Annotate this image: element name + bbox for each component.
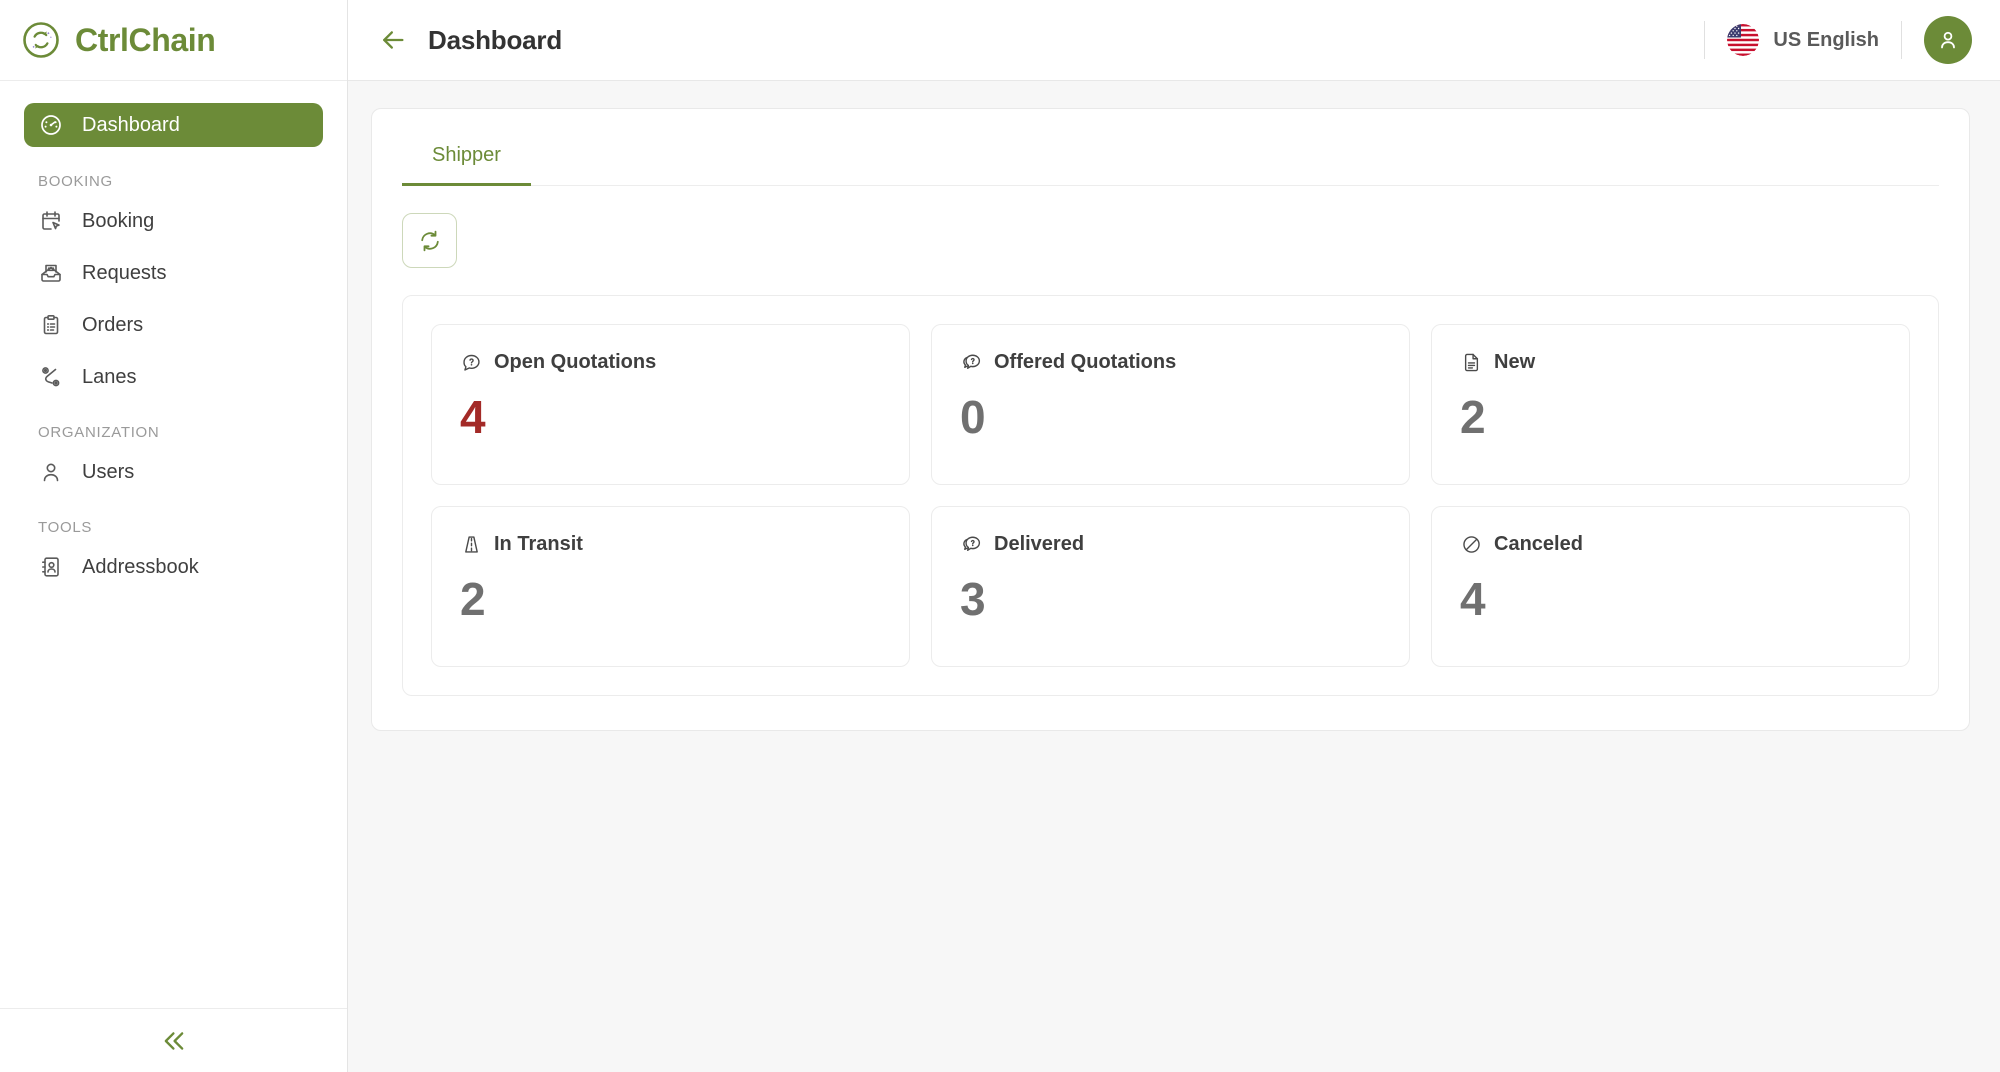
language-selector[interactable]: US English <box>1727 24 1879 56</box>
stat-label: Open Quotations <box>494 351 656 374</box>
us-flag-icon <box>1727 24 1759 56</box>
user-icon <box>38 459 64 485</box>
stat-head: Open Quotations <box>460 351 881 374</box>
sidebar-group-organization: Users <box>24 451 323 493</box>
document-icon <box>1460 352 1482 374</box>
stat-card-canceled[interactable]: Canceled 4 <box>1431 506 1910 667</box>
stat-label: In Transit <box>494 533 583 556</box>
stat-value: 3 <box>960 576 1381 622</box>
stat-value: 0 <box>960 394 1381 440</box>
stat-card-in-transit[interactable]: In Transit 2 <box>431 506 910 667</box>
user-avatar-icon <box>1936 28 1960 52</box>
stat-card-delivered[interactable]: Delivered 3 <box>931 506 1410 667</box>
sidebar-group-booking: Booking Requests <box>24 200 323 398</box>
sidebar-item-label: Booking <box>82 210 154 233</box>
route-pins-icon <box>38 364 64 390</box>
inbox-tray-icon <box>38 260 64 286</box>
chevrons-left-icon <box>160 1027 188 1055</box>
stat-value: 2 <box>1460 394 1881 440</box>
stat-head: In Transit <box>460 533 881 556</box>
tab-shipper[interactable]: Shipper <box>402 127 531 186</box>
messages-stack-icon <box>960 534 982 556</box>
back-button[interactable] <box>376 23 410 57</box>
stat-head: New <box>1460 351 1881 374</box>
sidebar-item-label: Lanes <box>82 366 137 389</box>
refresh-button[interactable] <box>402 213 457 268</box>
sidebar-section-tools-title: TOOLS <box>24 519 323 536</box>
language-label: US English <box>1773 29 1879 52</box>
ctrlchain-circular-sync-logo <box>20 19 62 61</box>
ban-icon <box>1460 534 1482 556</box>
stat-value: 4 <box>460 394 881 440</box>
stat-label: Delivered <box>994 533 1084 556</box>
stat-card-offered-quotations[interactable]: Offered Quotations 0 <box>931 324 1410 485</box>
stat-head: Offered Quotations <box>960 351 1381 374</box>
page-title: Dashboard <box>428 25 562 56</box>
sidebar-item-lanes[interactable]: Lanes <box>24 356 323 398</box>
app-root: CtrlChain Dashboard BOOKING <box>0 0 2000 1072</box>
sidebar: CtrlChain Dashboard BOOKING <box>0 0 348 1072</box>
sidebar-item-users[interactable]: Users <box>24 451 323 493</box>
stat-label: Canceled <box>1494 533 1583 556</box>
calendar-cursor-icon <box>38 208 64 234</box>
sidebar-nav: Dashboard BOOKING Booking <box>0 81 347 1008</box>
sidebar-section-booking-title: BOOKING <box>24 173 323 190</box>
topbar: Dashboard <box>348 0 2000 81</box>
tab-bar: Shipper <box>402 109 1939 186</box>
sidebar-section-organization-title: ORGANIZATION <box>24 424 323 441</box>
avatar[interactable] <box>1924 16 1972 64</box>
dashboard-panel: Shipper <box>371 108 1970 731</box>
clipboard-list-icon <box>38 312 64 338</box>
topbar-divider-left <box>1704 21 1705 59</box>
topbar-divider-right <box>1901 21 1902 59</box>
brand[interactable]: CtrlChain <box>0 0 347 81</box>
topbar-right: US English <box>1682 17 1972 63</box>
sidebar-item-orders[interactable]: Orders <box>24 304 323 346</box>
stat-value: 2 <box>460 576 881 622</box>
topbar-left: Dashboard <box>376 23 562 57</box>
sidebar-item-label: Requests <box>82 262 167 285</box>
stat-value: 4 <box>1460 576 1881 622</box>
stat-head: Delivered <box>960 533 1381 556</box>
stat-label: New <box>1494 351 1535 374</box>
sidebar-item-requests[interactable]: Requests <box>24 252 323 294</box>
brand-name: CtrlChain <box>75 22 215 59</box>
sidebar-item-booking[interactable]: Booking <box>24 200 323 242</box>
sidebar-item-label: Addressbook <box>82 556 199 579</box>
road-icon <box>460 534 482 556</box>
refresh-icon <box>418 229 442 253</box>
address-book-icon <box>38 554 64 580</box>
stat-label: Offered Quotations <box>994 351 1176 374</box>
messages-stack-icon <box>960 352 982 374</box>
message-question-icon <box>460 352 482 374</box>
sidebar-item-label: Users <box>82 461 134 484</box>
gauge-icon <box>38 112 64 138</box>
sidebar-collapse-button[interactable] <box>151 1021 197 1061</box>
toolbar <box>402 186 1939 268</box>
sidebar-item-addressbook[interactable]: Addressbook <box>24 546 323 588</box>
content-area: Shipper <box>348 81 2000 1072</box>
stats-container: Open Quotations 4 <box>402 295 1939 696</box>
stat-card-new[interactable]: New 2 <box>1431 324 1910 485</box>
sidebar-item-label: Orders <box>82 314 143 337</box>
stats-grid: Open Quotations 4 <box>431 324 1910 667</box>
main-area: Dashboard <box>348 0 2000 1072</box>
sidebar-group-tools: Addressbook <box>24 546 323 588</box>
stat-head: Canceled <box>1460 533 1881 556</box>
arrow-left-icon <box>379 26 407 54</box>
sidebar-footer <box>0 1008 347 1072</box>
sidebar-item-dashboard[interactable]: Dashboard <box>24 103 323 147</box>
stat-card-open-quotations[interactable]: Open Quotations 4 <box>431 324 910 485</box>
sidebar-item-label: Dashboard <box>82 114 180 137</box>
